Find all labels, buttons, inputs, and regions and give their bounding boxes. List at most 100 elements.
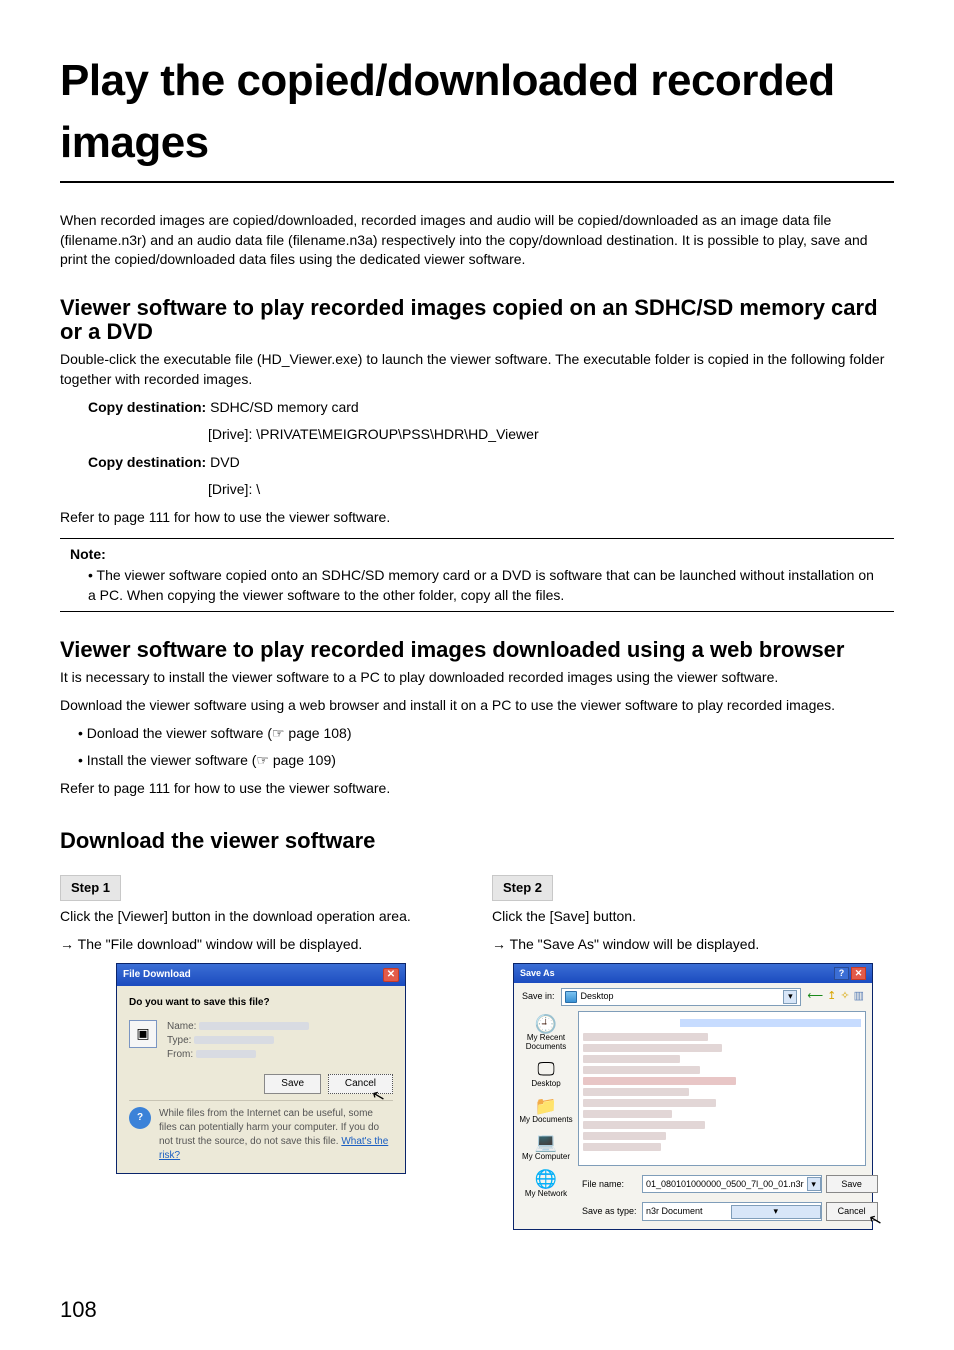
save-as-title-buttons: ? ✕ xyxy=(834,967,866,980)
place-mycomp-label: My Computer xyxy=(522,1152,570,1161)
cancel-button[interactable]: Cancel ↖ xyxy=(826,1202,878,1221)
step-1-label: Step 1 xyxy=(60,875,121,901)
meta-name-label: Name: xyxy=(167,1021,196,1032)
section-1-p1: Double-click the executable file (HD_Vie… xyxy=(60,350,894,389)
up-icon[interactable]: ↥ xyxy=(827,989,836,1004)
section-2-bullet-2: • Install the viewer software (☞ page 10… xyxy=(60,751,894,771)
note-box: Note: • The viewer software copied onto … xyxy=(60,538,894,613)
section-2-ref: Refer to page 111 for how to use the vie… xyxy=(60,779,894,799)
step-2-text: Click the [Save] button. xyxy=(492,907,894,927)
section-1-ref: Refer to page 111 for how to use the vie… xyxy=(60,508,894,528)
cursor-icon: ↖ xyxy=(867,1208,886,1233)
save-as-toolbar: Save in: Desktop ▾ ⟵ ↥ ✧ ▥ xyxy=(514,983,872,1011)
copy-dest-1-label: Copy destination: xyxy=(88,399,210,415)
savetype-value: n3r Document xyxy=(643,1203,731,1220)
copy-dest-2-label: Copy destination: xyxy=(88,454,210,470)
list-item[interactable] xyxy=(583,1099,716,1107)
meta-from-label: From: xyxy=(167,1049,193,1060)
copy-dest-1: Copy destination: SDHC/SD memory card xyxy=(60,398,894,418)
steps-columns: Step 1 Click the [Viewer] button in the … xyxy=(60,875,894,1230)
section-2-p1: It is necessary to install the viewer so… xyxy=(60,668,894,688)
meta-name-value xyxy=(199,1022,309,1030)
new-folder-icon[interactable]: ✧ xyxy=(840,989,849,1004)
filename-label: File name: xyxy=(582,1178,638,1191)
save-as-tool-icons: ⟵ ↥ ✧ ▥ xyxy=(807,989,864,1004)
chevron-down-icon[interactable]: ▾ xyxy=(807,1177,821,1191)
place-desktop-label: Desktop xyxy=(531,1079,560,1088)
list-item[interactable] xyxy=(583,1044,722,1052)
chevron-down-icon[interactable]: ▾ xyxy=(783,990,797,1004)
section-2-bullet-1: • Donload the viewer software (☞ page 10… xyxy=(60,724,894,744)
page-title: Play the copied/downloaded recorded imag… xyxy=(60,50,894,173)
savetype-field[interactable]: n3r Document ▾ xyxy=(642,1202,822,1221)
file-download-warning-text: While files from the Internet can be use… xyxy=(159,1107,393,1163)
step-2-label: Step 2 xyxy=(492,875,553,901)
list-item[interactable] xyxy=(583,1066,700,1074)
save-button[interactable]: Save xyxy=(264,1074,321,1094)
save-as-bottom: 🌐My Network File name: 01_080101000000_0… xyxy=(514,1170,872,1229)
file-download-warning: ? While files from the Internet can be u… xyxy=(129,1100,393,1163)
save-in-label: Save in: xyxy=(522,990,555,1003)
place-desktop[interactable]: 🖵Desktop xyxy=(514,1058,578,1095)
place-mynet[interactable]: 🌐My Network xyxy=(514,1170,578,1199)
help-icon[interactable]: ? xyxy=(834,967,849,980)
title-rule xyxy=(60,181,894,183)
save-as-main: 🕘My Recent Documents 🖵Desktop 📁My Docume… xyxy=(514,1011,872,1170)
file-download-title: File Download xyxy=(123,968,191,982)
list-item[interactable] xyxy=(583,1033,708,1041)
copy-dest-2: Copy destination: DVD xyxy=(60,453,894,473)
step-1-text: Click the [Viewer] button in the downloa… xyxy=(60,907,462,927)
place-mydocs-label: My Documents xyxy=(519,1115,572,1124)
list-item[interactable] xyxy=(583,1110,672,1118)
save-in-dropdown[interactable]: Desktop ▾ xyxy=(561,988,802,1006)
place-mycomp[interactable]: 💻My Computer xyxy=(514,1131,578,1168)
section-2-heading: Viewer software to play recorded images … xyxy=(60,638,894,662)
meta-from-value xyxy=(196,1050,256,1058)
file-download-meta: Name: Type: From: xyxy=(167,1020,309,1062)
step-1-column: Step 1 Click the [Viewer] button in the … xyxy=(60,875,462,1230)
savetype-label: Save as type: xyxy=(582,1205,638,1218)
file-download-buttons: Save Cancel ↖ xyxy=(129,1074,393,1094)
list-item[interactable] xyxy=(583,1088,689,1096)
note-text: • The viewer software copied onto an SDH… xyxy=(70,566,884,605)
section-1-heading: Viewer software to play recorded images … xyxy=(60,296,894,344)
list-item[interactable] xyxy=(583,1121,705,1129)
close-icon[interactable]: ✕ xyxy=(851,967,866,980)
views-icon[interactable]: ▥ xyxy=(854,989,864,1004)
place-recent-label: My Recent Documents xyxy=(526,1033,566,1051)
step-1-result: The "File download" window will be displ… xyxy=(60,935,462,955)
place-mydocs[interactable]: 📁My Documents xyxy=(514,1095,578,1132)
back-icon[interactable]: ⟵ xyxy=(807,989,823,1004)
filename-value: 01_080101000000_0500_7l_00_01.n3r xyxy=(643,1176,807,1193)
list-item[interactable] xyxy=(583,1077,736,1085)
close-icon[interactable]: ✕ xyxy=(383,968,399,982)
file-download-dialog: File Download ✕ Do you want to save this… xyxy=(116,963,406,1174)
file-list[interactable] xyxy=(578,1011,866,1166)
shield-icon: ? xyxy=(129,1107,151,1129)
intro-paragraph: When recorded images are copied/download… xyxy=(60,211,894,270)
note-label: Note: xyxy=(70,545,884,565)
save-button[interactable]: Save xyxy=(826,1175,878,1194)
copy-dest-2-path: [Drive]: \ xyxy=(60,480,894,500)
meta-type-value xyxy=(194,1036,274,1044)
meta-type-label: Type: xyxy=(167,1035,191,1046)
save-as-title: Save As xyxy=(520,967,555,980)
selected-file[interactable] xyxy=(680,1019,861,1027)
list-item[interactable] xyxy=(583,1055,680,1063)
filename-field[interactable]: 01_080101000000_0500_7l_00_01.n3r ▾ xyxy=(642,1175,822,1194)
chevron-down-icon[interactable]: ▾ xyxy=(731,1205,821,1219)
step-2-result: The "Save As" window will be displayed. xyxy=(492,935,894,955)
place-recent[interactable]: 🕘My Recent Documents xyxy=(514,1013,578,1058)
copy-dest-1-path: [Drive]: \PRIVATE\MEIGROUP\PSS\HDR\HD_Vi… xyxy=(60,425,894,445)
file-icon: ▣ xyxy=(129,1020,157,1048)
list-item[interactable] xyxy=(583,1132,666,1140)
list-item[interactable] xyxy=(583,1143,661,1151)
section-3-heading: Download the viewer software xyxy=(60,826,894,857)
save-as-dialog: Save As ? ✕ Save in: Desktop ▾ ⟵ ↥ ✧ ▥ xyxy=(513,963,873,1230)
file-download-body: Do you want to save this file? ▣ Name: T… xyxy=(117,986,405,1173)
file-download-titlebar[interactable]: File Download ✕ xyxy=(117,964,405,986)
save-as-titlebar[interactable]: Save As ? ✕ xyxy=(514,964,872,983)
copy-dest-2-value: DVD xyxy=(210,454,240,470)
step-2-column: Step 2 Click the [Save] button. The "Sav… xyxy=(492,875,894,1230)
places-bar: 🕘My Recent Documents 🖵Desktop 📁My Docume… xyxy=(514,1011,578,1170)
